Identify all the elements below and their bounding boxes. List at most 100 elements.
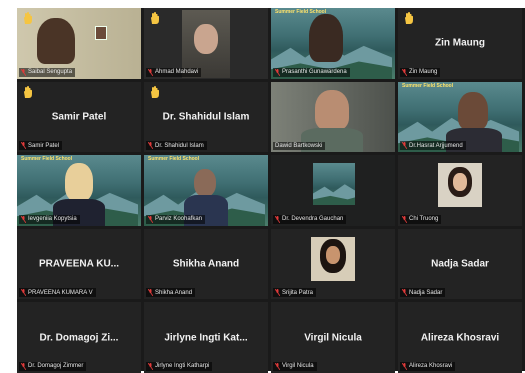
participant-name-label: PRAVEENA KUMARA V: [19, 288, 96, 298]
participant-video-figure: [194, 24, 218, 54]
participant-tile-virgil-nicula[interactable]: Virgil Nicula Virgil Nicula: [271, 302, 395, 373]
participant-name: Jirlyne Ingti Katharpi: [155, 363, 210, 370]
muted-mic-icon: [148, 142, 153, 150]
participant-display-name: Shikha Anand: [172, 258, 240, 270]
participant-display-name: Dr. Domagoj Zi...: [39, 332, 119, 344]
raised-hand-icon: [24, 85, 32, 98]
participant-name-label: Virgil Nicula: [273, 361, 317, 371]
participant-name-label: Zin Maung: [400, 67, 441, 77]
muted-mic-icon: [21, 68, 26, 76]
participant-name: Dawid Bartkowski: [275, 143, 323, 150]
participant-tile-devendra-gauchan[interactable]: Dr. Devendra Gauchan: [271, 155, 395, 226]
muted-mic-icon: [21, 289, 26, 297]
participant-name-label: Ievgeniia Kopytsia: [19, 214, 80, 224]
participant-name: Samir Patel: [28, 142, 60, 149]
participant-name: Zin Maung: [409, 69, 438, 76]
participant-tile-nadja-sadar[interactable]: Nadja Sadar Nadja Sadar: [398, 228, 522, 300]
participant-name: Shikha Anand: [155, 289, 193, 296]
participant-name: Dr. Domagoj Zimmer: [28, 363, 84, 370]
participant-name-label: Srijita Patra: [273, 288, 317, 298]
participant-photo-face: [326, 245, 340, 264]
participant-name-label: Dr. Domagoj Zimmer: [19, 361, 87, 371]
participant-tile-shikha-anand[interactable]: Shikha Anand Shikha Anand: [144, 228, 268, 300]
participant-tile-shahidul-islam[interactable]: Dr. Shahidul Islam Dr. Shahidul Islam: [144, 81, 268, 153]
participant-display-name: PRAVEENA KU...: [38, 258, 119, 270]
participant-photo-face: [453, 173, 467, 192]
participant-video-figure: [315, 89, 349, 130]
raised-hand-icon: [151, 85, 159, 98]
participant-tile-jirlyne-ingti-katharpi[interactable]: Jirlyne Ingti Kat... Jirlyne Ingti Katha…: [144, 302, 268, 373]
muted-mic-icon: [148, 362, 153, 370]
participant-name: Chi Truong: [409, 216, 439, 223]
participant-tile-parviz-koohafkan[interactable]: Summer Field School Parviz Koohafkan: [144, 155, 268, 226]
participant-name: Saibal Sengupta: [28, 69, 73, 76]
raised-hand-icon: [405, 12, 413, 24]
participant-name-label: Dawid Bartkowski: [273, 142, 326, 151]
participant-tile-domagoj-zimmer[interactable]: Dr. Domagoj Zi... Dr. Domagoj Zimmer: [17, 302, 141, 373]
participant-tile-ahmad-mahdavi[interactable]: Ahmad Mahdavi: [144, 8, 268, 79]
muted-mic-icon: [21, 142, 26, 150]
participant-name: Ievgeniia Kopytsia: [28, 216, 77, 223]
mountain-graphic: [313, 184, 355, 206]
muted-mic-icon: [148, 215, 153, 223]
poster-title: Summer Field School: [21, 156, 73, 163]
participant-name-label: Saibal Sengupta: [19, 67, 76, 77]
participant-display-name: Virgil Nicula: [304, 332, 362, 344]
participant-tile-zin-maung[interactable]: Zin Maung Zin Maung: [398, 8, 522, 79]
participant-display-name: Jirlyne Ingti Kat...: [164, 332, 248, 344]
participant-name-label: Shikha Anand: [146, 288, 196, 298]
participant-display-name: Samir Patel: [51, 111, 107, 123]
participant-tile-ievgeniia-kopytsia[interactable]: Summer Field School Ievgeniia Kopytsia: [17, 155, 141, 226]
participant-tile-srijita-patra[interactable]: Srijita Patra: [271, 228, 395, 300]
participant-name: Alireza Khosravi: [409, 363, 453, 370]
participant-display-name: Dr. Shahidul Islam: [162, 111, 250, 123]
muted-mic-icon: [21, 215, 26, 223]
participant-name: Virgil Nicula: [282, 363, 314, 370]
participant-name: Ahmad Mahdavi: [155, 69, 199, 76]
muted-mic-icon: [148, 289, 153, 297]
muted-mic-icon: [275, 289, 280, 297]
participant-name-label: Nadja Sadar: [400, 288, 446, 298]
participant-name-label: Dr.Hasrat Arjjumend: [400, 141, 466, 151]
picture-frame: [95, 26, 107, 40]
participant-name-label: Chi Truong: [400, 214, 442, 224]
participant-video-figure: [194, 169, 216, 198]
participant-name: Dr.Hasrat Arjjumend: [409, 142, 463, 149]
participant-video-figure: [458, 91, 488, 130]
participant-video-figure: [37, 18, 75, 64]
participant-tile-hasrat-arjjumend[interactable]: Summer Field School Dr.Hasrat Arjjumend: [398, 81, 522, 153]
participant-name-label: Dr. Devendra Gauchan: [273, 214, 347, 224]
muted-mic-icon: [402, 215, 407, 223]
participant-tile-saibal-sengupta[interactable]: Saibal Sengupta: [17, 8, 141, 79]
participant-name: Prasanthi Gunawardena: [282, 69, 347, 76]
muted-mic-icon: [275, 215, 280, 223]
muted-mic-icon: [275, 68, 280, 76]
participant-display-name: Nadja Sadar: [431, 258, 489, 270]
participant-name: PRAVEENA KUMARA V: [28, 289, 93, 296]
muted-mic-icon: [402, 362, 407, 370]
participant-display-name: Zin Maung: [435, 37, 485, 49]
participant-name-label: Alireza Khosravi: [400, 361, 456, 371]
participant-tile-praveena-kumara[interactable]: PRAVEENA KU... PRAVEENA KUMARA V: [17, 228, 141, 300]
participant-tile-dawid-bartkowski[interactable]: Dawid Bartkowski: [271, 81, 395, 153]
muted-mic-icon: [402, 68, 407, 76]
background-poster: [313, 163, 355, 206]
participant-name: Dr. Shahidul Islam: [155, 142, 204, 149]
muted-mic-icon: [275, 362, 280, 370]
poster-title: Summer Field School: [402, 82, 454, 89]
participant-tile-alireza-khosravi[interactable]: Alireza Khosravi Alireza Khosravi: [398, 302, 522, 373]
muted-mic-icon: [402, 142, 407, 150]
raised-hand-icon: [151, 12, 159, 24]
participant-name: Dr. Devendra Gauchan: [282, 216, 344, 223]
participant-tile-samir-patel[interactable]: Samir Patel Samir Patel: [17, 81, 141, 153]
participant-tile-prasanthi-gunawardena[interactable]: Summer Field School Prasanthi Gunawarden…: [271, 8, 395, 79]
participant-tile-chi-truong[interactable]: Chi Truong: [398, 155, 522, 226]
participant-name-label: Ahmad Mahdavi: [146, 67, 202, 77]
participant-name-label: Prasanthi Gunawardena: [273, 67, 350, 77]
participant-name-label: Parviz Koohafkan: [146, 214, 206, 224]
participant-name-label: Samir Patel: [19, 141, 63, 151]
raised-hand-icon: [24, 12, 32, 24]
participant-name: Nadja Sadar: [409, 289, 443, 296]
participant-name: Parviz Koohafkan: [155, 216, 203, 223]
poster-title: Summer Field School: [148, 156, 200, 163]
